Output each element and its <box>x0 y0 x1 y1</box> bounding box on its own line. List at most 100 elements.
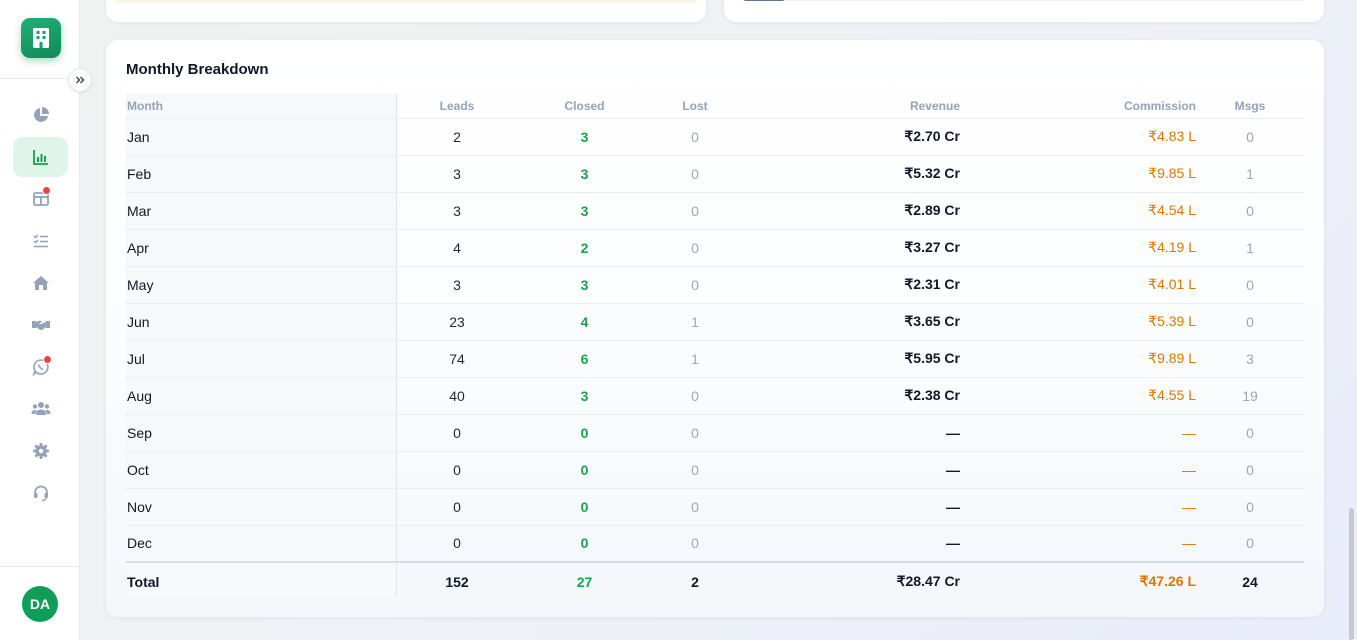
cell-commission: ₹5.39 L <box>960 302 1196 340</box>
cell-msgs: 0 <box>1196 450 1304 488</box>
cell-month: Jul <box>126 339 397 377</box>
cell-msgs: 0 <box>1196 117 1304 155</box>
home-icon <box>32 276 49 290</box>
cell-revenue: ₹5.95 Cr <box>738 339 960 377</box>
cell-leads: 0 <box>397 524 517 562</box>
nav-item-board[interactable] <box>13 179 68 219</box>
cell-month: Nov <box>126 487 397 525</box>
cell-lost: 0 <box>652 524 738 562</box>
nav-item-reports[interactable] <box>13 137 68 177</box>
cell-commission: — <box>960 524 1196 562</box>
header-lost[interactable]: Lost <box>652 94 738 118</box>
table-row[interactable]: Oct 0 0 0— —0 <box>126 450 1304 488</box>
nav-item-settings[interactable] <box>13 431 68 471</box>
progress-fill <box>744 0 784 1</box>
cell-closed: 3 <box>517 265 652 303</box>
cell-month: Dec <box>126 524 397 562</box>
nav-item-whatsapp[interactable] <box>13 347 68 387</box>
cell-month: Feb <box>126 154 397 192</box>
card-title: Monthly Breakdown <box>126 61 269 78</box>
cell-revenue: — <box>738 450 960 488</box>
cell-msgs: 0 <box>1196 265 1304 303</box>
cell-lost: 0 <box>652 450 738 488</box>
table-row[interactable]: Mar 3 3 0 ₹2.89 Cr ₹4.54 L0 <box>126 191 1304 229</box>
progress-track <box>744 0 1304 1</box>
cell-msgs: 3 <box>1196 339 1304 377</box>
cell-revenue: ₹3.65 Cr <box>738 302 960 340</box>
cell-month: Sep <box>126 413 397 451</box>
nav-item-tasks[interactable] <box>13 221 68 261</box>
cell-closed: 6 <box>517 339 652 377</box>
cell-revenue: ₹2.31 Cr <box>738 265 960 303</box>
header-commission[interactable]: Commission <box>960 94 1196 118</box>
nav-item-team[interactable] <box>13 389 68 429</box>
cell-lost: 0 <box>652 191 738 229</box>
cell-msgs: 0 <box>1196 413 1304 451</box>
header-month[interactable]: Month <box>126 94 397 118</box>
gear-icon <box>32 443 49 459</box>
table-row[interactable]: Sep 0 0 0— —0 <box>126 413 1304 451</box>
nav-item-overview[interactable] <box>13 95 68 135</box>
cell-lost: 0 <box>652 117 738 155</box>
cell-msgs: 0 <box>1196 524 1304 562</box>
header-revenue[interactable]: Revenue <box>738 94 960 118</box>
table-row[interactable]: Jan 2 3 0 ₹2.70 Cr ₹4.83 L0 <box>126 117 1304 155</box>
cell-closed: 0 <box>517 524 652 562</box>
sidebar-expand-button[interactable] <box>68 68 92 92</box>
cell-closed: 0 <box>517 413 652 451</box>
cell-commission: ₹4.83 L <box>960 117 1196 155</box>
cell-commission: ₹9.89 L <box>960 339 1196 377</box>
cell-month: Apr <box>126 228 397 266</box>
avatar[interactable]: DA <box>22 586 58 622</box>
table-row[interactable]: Dec 0 0 0— —0 <box>126 524 1304 562</box>
table-row[interactable]: Aug 40 3 0 ₹2.38 Cr ₹4.55 L 19 <box>126 376 1304 414</box>
cell-lost: 0 <box>652 154 738 192</box>
table-row[interactable]: Apr 4 2 0 ₹3.27 Cr ₹4.19 L1 <box>126 228 1304 266</box>
nav-item-properties[interactable] <box>13 263 68 303</box>
cell-revenue: ₹2.89 Cr <box>738 191 960 229</box>
cell-lost: 0 <box>652 228 738 266</box>
table-total-row: Total 152 27 2 ₹28.47 Cr ₹47.26 L 24 <box>126 561 1304 600</box>
cell-month: Jun <box>126 302 397 340</box>
cell-msgs: 0 <box>1196 487 1304 525</box>
cell-leads: 4 <box>397 228 517 266</box>
table-row[interactable]: Jun 23 4 1 ₹3.65 Cr ₹5.39 L0 <box>126 302 1304 340</box>
total-closed: 27 <box>517 561 652 600</box>
table-row[interactable]: May 3 3 0 ₹2.31 Cr ₹4.01 L0 <box>126 265 1304 303</box>
table-row[interactable]: Feb 3 3 0 ₹5.32 Cr ₹9.85 L1 <box>126 154 1304 192</box>
monthly-breakdown-table: Month Leads Closed Lost Revenue Commissi… <box>126 94 1304 600</box>
total-leads: 152 <box>397 561 517 600</box>
cell-revenue: ₹3.27 Cr <box>738 228 960 266</box>
cell-leads: 0 <box>397 450 517 488</box>
total-commission: ₹47.26 L <box>960 561 1196 600</box>
nav-item-support[interactable] <box>13 473 68 513</box>
cell-month: Aug <box>126 376 397 414</box>
total-label: Total <box>126 561 397 600</box>
cell-closed: 3 <box>517 117 652 155</box>
app-logo[interactable] <box>21 18 61 58</box>
cell-lost: 0 <box>652 376 738 414</box>
cell-revenue: ₹2.70 Cr <box>738 117 960 155</box>
cell-leads: 0 <box>397 413 517 451</box>
header-leads[interactable]: Leads <box>397 94 517 118</box>
notification-badge <box>42 186 51 195</box>
table-header-row: Month Leads Closed Lost Revenue Commissi… <box>126 94 1304 118</box>
cell-leads: 23 <box>397 302 517 340</box>
total-msgs: 24 <box>1196 561 1304 600</box>
cell-revenue: ₹5.32 Cr <box>738 154 960 192</box>
header-closed[interactable]: Closed <box>517 94 652 118</box>
header-msgs[interactable]: Msgs <box>1196 94 1304 118</box>
cell-revenue: ₹2.38 Cr <box>738 376 960 414</box>
page-scrollbar[interactable] <box>1349 508 1354 640</box>
nav-item-deals[interactable] <box>13 305 68 345</box>
table-row[interactable]: Nov 0 0 0— —0 <box>126 487 1304 525</box>
cell-closed: 3 <box>517 191 652 229</box>
table-row[interactable]: Jul 74 6 1 ₹5.95 Cr ₹9.89 L3 <box>126 339 1304 377</box>
monthly-breakdown-card: Monthly Breakdown Month Leads Closed Los… <box>106 40 1324 617</box>
headset-icon <box>33 485 48 502</box>
task-list-icon <box>32 234 48 248</box>
cell-commission: ₹4.54 L <box>960 191 1196 229</box>
cell-closed: 4 <box>517 302 652 340</box>
cell-closed: 0 <box>517 487 652 525</box>
cell-commission: ₹4.01 L <box>960 265 1196 303</box>
